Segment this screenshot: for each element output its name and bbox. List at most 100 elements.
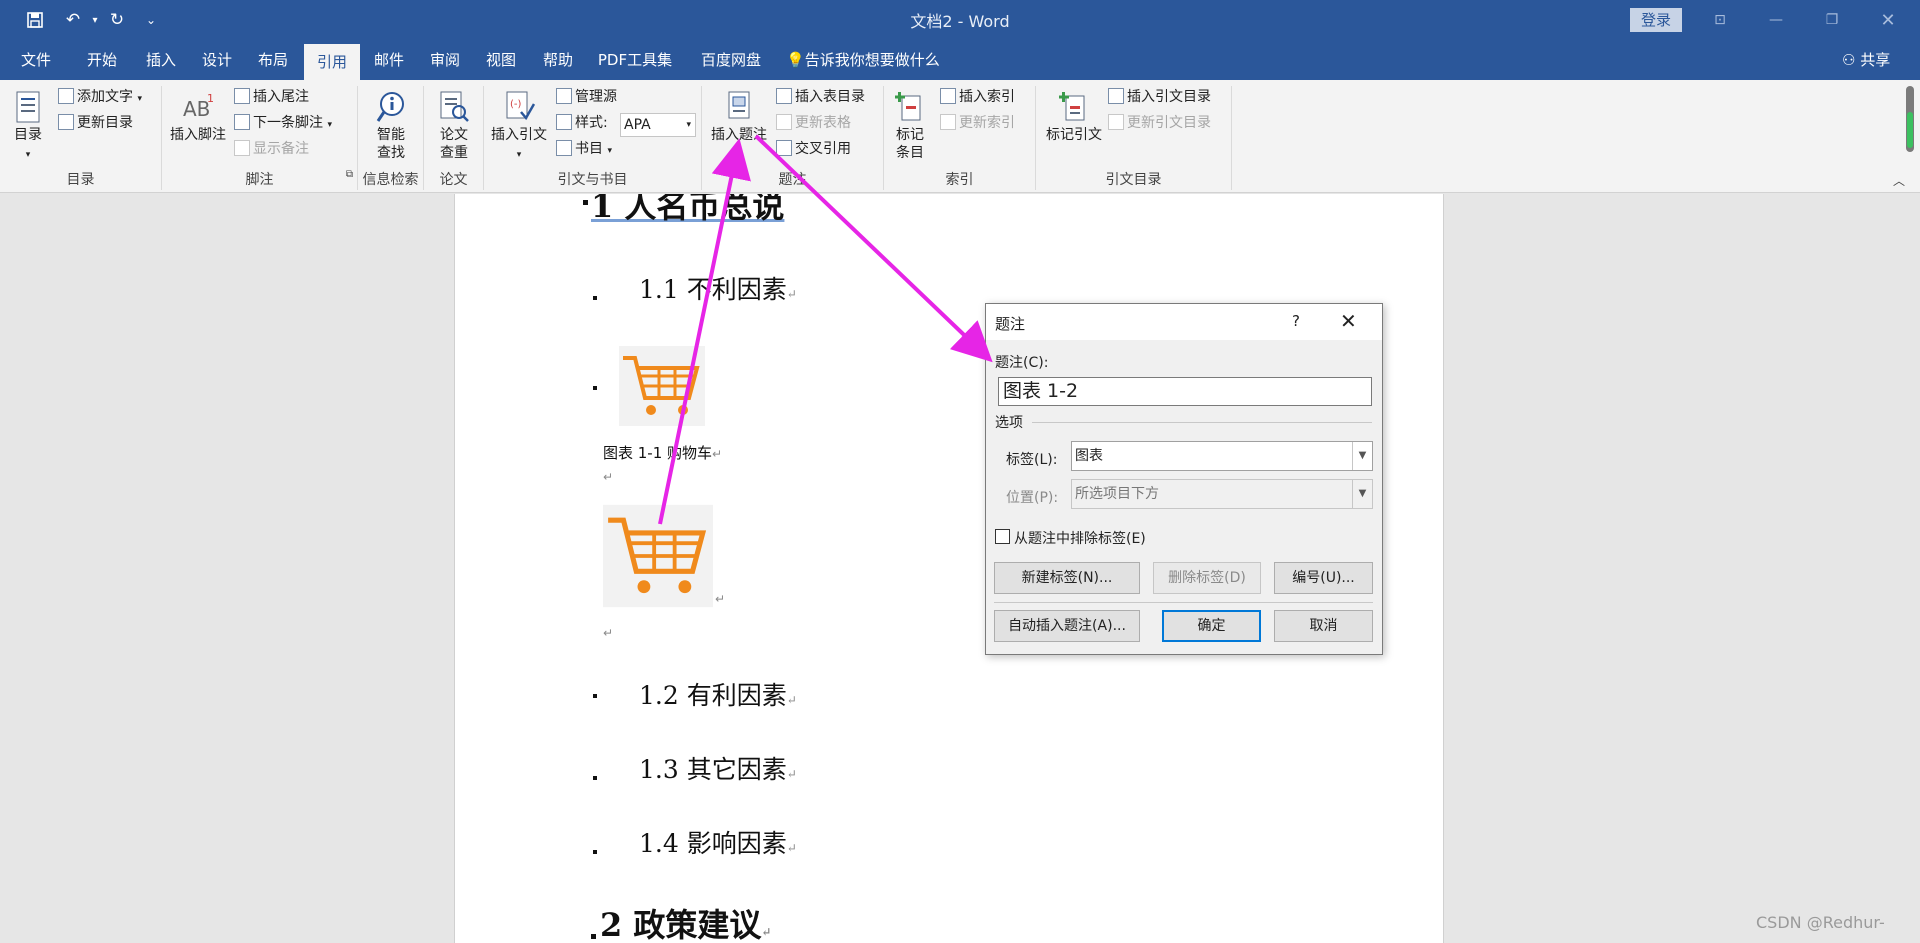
group-label-paper: 论文 — [439, 172, 468, 188]
collapse-ribbon-icon[interactable]: ︿ — [1893, 172, 1905, 189]
update-toc-button[interactable]: 更新目录 — [58, 112, 133, 134]
toc-icon — [16, 91, 40, 123]
heading-bullet — [591, 934, 596, 939]
tab-mailings[interactable]: 邮件 — [364, 40, 414, 80]
title-bar: ↶ ▾ ↻ ⌄ 文档2 - Word 登录 ⊡ — ❐ ✕ — [0, 0, 1920, 40]
group-citations: (-) 插入引文 ▾ 管理源 样式: 书目 ▾ 引文与书目 — [484, 86, 702, 190]
ribbon: 目录 ▾ 添加文字 ▾ 更新目录 目录 AB 1 插入脚注 插入尾注 下一条脚注 ▾… — [0, 80, 1920, 193]
ribbon-display-icon[interactable]: ⊡ — [1697, 2, 1743, 38]
person-icon: ⚇ — [1842, 51, 1861, 69]
tab-baidu-netdisk[interactable]: 百度网盘 — [690, 40, 772, 80]
ribbon-tabs: 文件 开始 插入 设计 布局 引用 邮件 审阅 视图 帮助 PDF工具集 百度网… — [0, 40, 1920, 80]
insert-index-icon — [940, 88, 956, 104]
smart-lookup-button[interactable]: 智能 查找 — [366, 90, 416, 162]
close-icon[interactable]: ✕ — [1340, 309, 1357, 333]
tab-pdf-tools[interactable]: PDF工具集 — [592, 40, 678, 80]
update-index-button[interactable]: 更新索引 — [940, 112, 1015, 134]
watermark: CSDN @Redhur- — [1756, 913, 1885, 932]
divider — [1032, 422, 1372, 423]
next-footnote-button[interactable]: 下一条脚注 ▾ — [234, 112, 332, 134]
tab-file[interactable]: 文件 — [8, 40, 64, 80]
group-footnotes: AB 1 插入脚注 插入尾注 下一条脚注 ▾ 显示备注 脚注 ⧉ — [162, 86, 358, 190]
label-field-label: 标签(L): — [1006, 452, 1058, 468]
group-authorities: 标记引文 插入引文目录 更新引文目录 引文目录 — [1036, 86, 1232, 190]
tab-help[interactable]: 帮助 — [530, 40, 586, 80]
group-research: 智能 查找 信息检索 — [358, 86, 424, 190]
mark-citation-button[interactable]: 标记引文 — [1040, 90, 1108, 144]
insert-caption-button[interactable]: 插入题注 — [706, 90, 772, 144]
manage-sources-button[interactable]: 管理源 — [556, 86, 617, 108]
exclude-label-checkbox[interactable] — [995, 529, 1010, 544]
vertical-scrollbar-thumb[interactable] — [1906, 86, 1914, 152]
update-table-button[interactable]: 更新表格 — [776, 112, 851, 134]
style-label: 样式: — [556, 112, 608, 134]
chevron-down-icon: ▼ — [1352, 442, 1372, 470]
group-label-footnotes: 脚注 ⧉ — [245, 169, 354, 188]
divider — [994, 602, 1373, 603]
heading-1-2: 1.2 有利因素↵ — [639, 681, 797, 710]
shopping-cart-image-2[interactable] — [603, 504, 713, 608]
restore-icon[interactable]: ❐ — [1809, 2, 1855, 38]
bibliography-button[interactable]: 书目 ▾ — [556, 138, 612, 160]
list-bullet — [593, 694, 597, 698]
insert-index-button[interactable]: 插入索引 — [940, 86, 1015, 108]
insert-endnote-button[interactable]: 插入尾注 — [234, 86, 309, 108]
cross-reference-icon — [776, 140, 792, 156]
group-toc: 目录 ▾ 添加文字 ▾ 更新目录 目录 — [0, 86, 162, 190]
update-table-icon — [776, 114, 792, 130]
bibliography-icon — [556, 140, 572, 156]
minimize-icon[interactable]: — — [1753, 2, 1799, 38]
update-table-of-authorities-button[interactable]: 更新引文目录 — [1108, 112, 1211, 134]
paragraph-mark: ↵ — [603, 470, 614, 484]
heading-bullet — [583, 200, 588, 205]
document-search-icon — [440, 91, 469, 122]
heading-1-1: 1.1 不利因素↵ — [639, 275, 797, 304]
tab-references[interactable]: 引用 — [304, 44, 360, 80]
cross-reference-button[interactable]: 交叉引用 — [776, 138, 851, 160]
insert-citation-button[interactable]: (-) 插入引文 ▾ — [488, 90, 550, 164]
info-icon — [376, 92, 404, 122]
label-select[interactable]: 图表 ▼ — [1071, 441, 1373, 471]
ok-button[interactable]: 确定 — [1162, 610, 1261, 642]
tab-design[interactable]: 设计 — [190, 40, 244, 80]
login-button[interactable]: 登录 — [1630, 8, 1682, 32]
list-bullet — [593, 386, 597, 390]
citation-style-dropdown[interactable]: APA ▾ — [620, 113, 696, 137]
dialog-launcher-icon[interactable]: ⧉ — [346, 169, 353, 180]
tab-layout[interactable]: 布局 — [246, 40, 300, 80]
caption-dialog: 题注 ? ✕ 题注(C): 图表 1-2 选项 标签(L): 图表 ▼ 位置(P)… — [985, 303, 1383, 655]
numbering-button[interactable]: 编号(U)... — [1274, 562, 1373, 594]
group-label-research: 信息检索 — [362, 172, 419, 188]
show-notes-button[interactable]: 显示备注 — [234, 138, 309, 160]
close-window-icon[interactable]: ✕ — [1865, 2, 1911, 38]
insert-citation-icon: (-) — [506, 91, 535, 121]
shopping-cart-image-1[interactable] — [619, 346, 705, 426]
group-label-citations: 引文与书目 — [557, 172, 628, 188]
autocaption-button[interactable]: 自动插入题注(A)... — [994, 610, 1140, 642]
new-label-button[interactable]: 新建标签(N)... — [994, 562, 1140, 594]
help-button[interactable]: ? — [1292, 312, 1300, 330]
options-label: 选项 — [995, 415, 1023, 431]
tell-me-search[interactable]: 💡告诉我你想要做什么 — [786, 40, 940, 80]
group-label-toc: 目录 — [66, 172, 95, 188]
delete-label-button[interactable]: 删除标签(D) — [1153, 562, 1261, 594]
mark-entry-button[interactable]: 标记 条目 — [888, 90, 932, 162]
tab-insert[interactable]: 插入 — [136, 40, 186, 80]
position-select[interactable]: 所选项目下方 ▼ — [1071, 479, 1373, 509]
insert-table-of-figures-button[interactable]: 插入表目录 — [776, 86, 865, 108]
share-button[interactable]: ⚇ 共享 — [1842, 40, 1890, 80]
heading-2: 2 政策建议↵ — [600, 906, 772, 943]
insert-footnote-button[interactable]: AB 1 插入脚注 — [166, 90, 230, 144]
add-text-button[interactable]: 添加文字 ▾ — [58, 86, 142, 108]
caption-input[interactable]: 图表 1-2 — [998, 377, 1372, 406]
plagiarism-check-button[interactable]: 论文 查重 — [432, 90, 476, 162]
tab-home[interactable]: 开始 — [72, 40, 132, 80]
update-index-icon — [940, 114, 956, 130]
toc-button[interactable]: 目录 ▾ — [8, 90, 48, 164]
tab-view[interactable]: 视图 — [474, 40, 528, 80]
group-label-authorities: 引文目录 — [1105, 172, 1162, 188]
position-field-label: 位置(P): — [1006, 490, 1059, 506]
cancel-button[interactable]: 取消 — [1274, 610, 1373, 642]
insert-table-of-authorities-button[interactable]: 插入引文目录 — [1108, 86, 1211, 108]
tab-review[interactable]: 审阅 — [418, 40, 472, 80]
